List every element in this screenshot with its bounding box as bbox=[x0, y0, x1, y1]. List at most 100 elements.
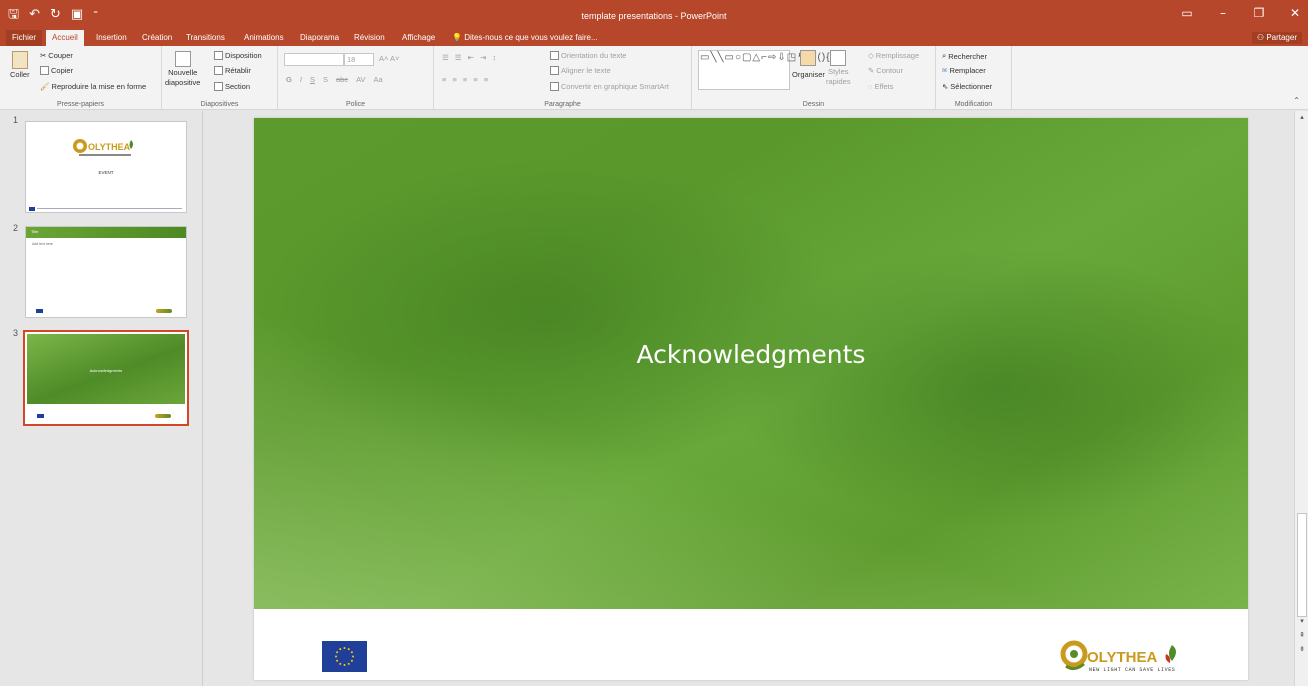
grow-font-button[interactable]: A˄ A˅ bbox=[379, 54, 399, 63]
new-slide-icon bbox=[174, 51, 191, 67]
share-button[interactable]: ⚇ Partager bbox=[1251, 32, 1302, 44]
scroll-up-icon[interactable]: ▴ bbox=[1297, 113, 1307, 123]
align-text-icon bbox=[550, 66, 559, 75]
drawing-group: ▭╲╲▭○▢△⌐⇨⇩◳↯⌒(){☆ Organiser Styles rapid… bbox=[692, 46, 936, 110]
select-button[interactable]: ⇖ Sélectionner bbox=[942, 82, 992, 91]
font-size-box[interactable]: 18 bbox=[344, 53, 374, 66]
ribbon-tabs: Fichier Accueil Insertion Création Trans… bbox=[0, 30, 1308, 46]
cut-button[interactable]: ✂ Couper bbox=[40, 51, 73, 60]
spacing-button[interactable]: AV bbox=[356, 75, 365, 84]
new-slide-button[interactable]: Nouvelle diapositive bbox=[165, 51, 200, 87]
smartart-button[interactable]: Convertir en graphique SmartArt bbox=[550, 82, 669, 91]
bold-button[interactable]: G bbox=[286, 75, 292, 84]
layout-icon bbox=[214, 51, 223, 60]
reset-button[interactable]: Rétablir bbox=[214, 66, 251, 75]
effects-button[interactable]: ◌ Effets bbox=[868, 82, 894, 91]
slide-title[interactable]: Acknowledgments bbox=[254, 340, 1248, 369]
format-painter-button[interactable]: 🖌 Reproduire la mise en forme bbox=[40, 82, 146, 91]
paint-bucket-icon: ◇ bbox=[868, 51, 874, 60]
slide-number: 1 bbox=[13, 115, 19, 125]
slide-thumbnail-2[interactable]: Title Add text here bbox=[25, 226, 187, 318]
arrange-button[interactable]: Organiser bbox=[792, 50, 825, 79]
reset-icon bbox=[214, 66, 223, 75]
collapse-ribbon-icon[interactable]: ⌃ bbox=[1293, 96, 1300, 105]
tab-animations[interactable]: Animations bbox=[238, 30, 290, 46]
slide-number: 2 bbox=[13, 223, 19, 233]
paste-icon bbox=[11, 51, 28, 69]
eu-flag-thumbnail bbox=[29, 207, 35, 211]
thumbnail-title-bar bbox=[26, 227, 186, 238]
outline-button[interactable]: ✎ Contour bbox=[868, 66, 903, 75]
align-text-button[interactable]: Aligner le texte bbox=[550, 66, 611, 75]
tab-transitions[interactable]: Transitions bbox=[180, 30, 231, 46]
copy-button[interactable]: Copier bbox=[40, 66, 73, 75]
scrollbar-thumb[interactable] bbox=[1297, 513, 1307, 617]
tab-design[interactable]: Création bbox=[136, 30, 178, 46]
window-controls: ▭ – ❐ ✕ bbox=[1180, 6, 1302, 20]
svg-text:OLYTHEA: OLYTHEA bbox=[88, 142, 131, 152]
replace-icon: ᵃᶜ bbox=[942, 66, 948, 75]
restore-icon[interactable]: ❐ bbox=[1252, 6, 1266, 20]
previous-slide-icon[interactable]: ⇞ bbox=[1297, 631, 1307, 641]
cursor-icon: ⇖ bbox=[942, 82, 949, 91]
list-buttons[interactable]: ☰ ☰ ⇤ ⇥ ↕ bbox=[442, 53, 498, 62]
slide-thumbnail-1[interactable]: OLYTHEA EVENT bbox=[25, 121, 187, 213]
tab-review[interactable]: Révision bbox=[348, 30, 391, 46]
font-group: 18 A˄ A˅ G I S S abc AV Aa Police bbox=[278, 46, 434, 110]
group-label: Presse-papiers bbox=[56, 101, 105, 108]
tab-file[interactable]: Fichier bbox=[6, 30, 43, 46]
replace-button[interactable]: ᵃᶜ Remplacer bbox=[942, 66, 986, 75]
find-button[interactable]: ⌕ Rechercher bbox=[942, 51, 987, 61]
thumbnail-3-content: Acknowledgments bbox=[27, 334, 185, 422]
quick-styles-button[interactable]: Styles rapides bbox=[826, 50, 851, 86]
font-name-box[interactable] bbox=[284, 53, 344, 66]
title-bar: 🖫 ↶ ↻ ▣ ⁼ template presentations - Power… bbox=[0, 0, 1308, 30]
group-label: Diapositives bbox=[200, 101, 239, 108]
tab-insert[interactable]: Insertion bbox=[90, 30, 133, 46]
slide-editing-area: Acknowledgments OLYTHEA NEW LIGHT CAN SA… bbox=[204, 111, 1294, 686]
vertical-scrollbar[interactable]: ▴ ▾ ⇞ ⇟ bbox=[1294, 111, 1308, 686]
shadow-button[interactable]: S bbox=[323, 75, 328, 84]
brush-icon: 🖌 bbox=[40, 82, 50, 91]
lightbulb-icon: 💡 bbox=[452, 33, 462, 42]
editing-group: ⌕ Rechercher ᵃᶜ Remplacer ⇖ Sélectionner… bbox=[936, 46, 1012, 110]
logo-thumbnail bbox=[155, 414, 171, 418]
slide-logo-text: OLYTHEA bbox=[1087, 649, 1157, 666]
current-slide[interactable]: Acknowledgments OLYTHEA NEW LIGHT CAN SA… bbox=[254, 118, 1248, 680]
thumbnail-title: Acknowledgments bbox=[89, 368, 123, 373]
thumbnail-event-text: EVENT bbox=[98, 170, 114, 175]
thumbnail-footer-line bbox=[37, 208, 182, 209]
ribbon-display-icon[interactable]: ▭ bbox=[1180, 6, 1194, 20]
tell-me-box[interactable]: 💡 Dites-nous ce que vous voulez faire... bbox=[446, 30, 604, 46]
effects-icon: ◌ bbox=[868, 82, 873, 91]
text-direction-button[interactable]: Orientation du texte bbox=[550, 51, 626, 60]
italic-button[interactable]: I bbox=[300, 75, 302, 84]
slide-thumbnail-3[interactable]: Acknowledgments bbox=[23, 330, 189, 426]
person-icon: ⚇ bbox=[1256, 33, 1265, 42]
group-label: Paragraphe bbox=[544, 101, 581, 108]
layout-button[interactable]: Disposition bbox=[214, 51, 262, 60]
thumbnail-subtitle: Add text here bbox=[32, 242, 53, 246]
tab-slideshow[interactable]: Diaporama bbox=[294, 30, 345, 46]
minimize-icon[interactable]: – bbox=[1216, 6, 1230, 20]
scroll-down-icon[interactable]: ▾ bbox=[1297, 617, 1307, 627]
slide-thumbnail-pane: 1 OLYTHEA EVENT 2 Title Add text here 3 … bbox=[0, 111, 203, 686]
copy-icon bbox=[40, 66, 49, 75]
section-button[interactable]: Section bbox=[214, 82, 250, 91]
next-slide-icon[interactable]: ⇟ bbox=[1297, 645, 1307, 655]
underline-button[interactable]: S bbox=[310, 75, 315, 84]
strikethrough-button[interactable]: abc bbox=[336, 75, 348, 84]
shapes-gallery[interactable]: ▭╲╲▭○▢△⌐⇨⇩◳↯⌒(){☆ bbox=[698, 50, 840, 90]
close-icon[interactable]: ✕ bbox=[1288, 6, 1302, 20]
tab-home[interactable]: Accueil bbox=[46, 30, 84, 46]
tab-view[interactable]: Affichage bbox=[396, 30, 441, 46]
fill-button[interactable]: ◇ Remplissage bbox=[868, 51, 919, 60]
text-direction-icon bbox=[550, 51, 559, 60]
group-label: Modification bbox=[954, 101, 993, 108]
align-buttons[interactable]: ≡ ≡ ≡ ≡ ≡ bbox=[442, 75, 490, 84]
eu-flag-icon bbox=[322, 641, 367, 672]
case-button[interactable]: Aa bbox=[374, 75, 383, 84]
paste-button[interactable]: Coller bbox=[10, 51, 30, 79]
window-title: template presentations - PowerPoint bbox=[581, 11, 727, 21]
slide-number: 3 bbox=[13, 328, 19, 338]
